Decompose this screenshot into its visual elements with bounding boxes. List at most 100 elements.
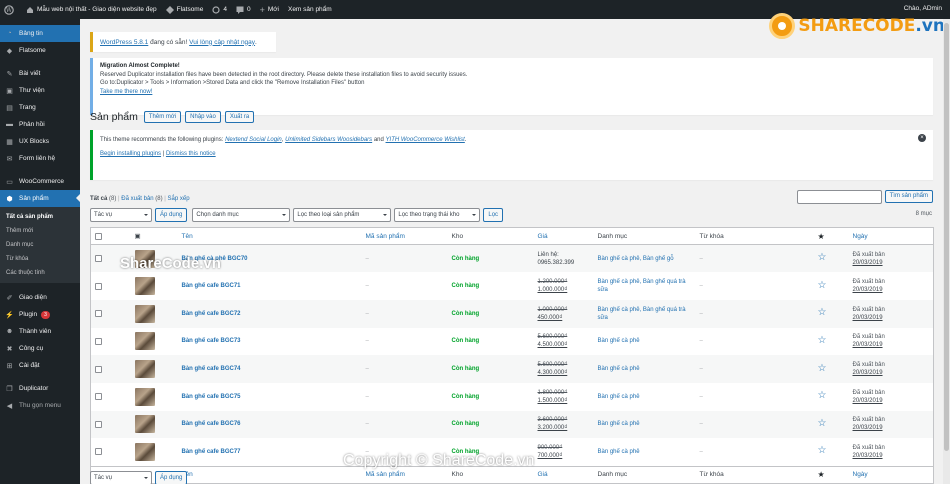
star-outline-icon[interactable]: ☆: [818, 307, 827, 318]
product-name-link[interactable]: Bàn ghế cafe BGC71: [182, 283, 241, 289]
featured-column-header[interactable]: ★: [813, 227, 849, 245]
dismiss-notice-link[interactable]: Dismiss this notice: [166, 151, 216, 157]
menu-products[interactable]: ⬢ Sản phẩm: [0, 190, 80, 207]
migration-link[interactable]: Take me there now!: [100, 88, 926, 97]
row-checkbox[interactable]: [95, 255, 102, 263]
submenu-all-products[interactable]: Tất cả sản phẩm: [0, 210, 80, 224]
menu-flatsome[interactable]: ◆ Flatsome: [0, 42, 80, 59]
category-links[interactable]: Bàn ghế cà phê, Bàn ghế gỗ: [598, 256, 674, 262]
submenu-attributes[interactable]: Các thuộc tính: [0, 266, 80, 280]
scrollbar-thumb[interactable]: [944, 23, 949, 451]
vertical-scrollbar[interactable]: [943, 19, 950, 484]
view-sort-link[interactable]: Sắp xếp: [168, 196, 190, 202]
comments-link[interactable]: 0: [236, 6, 251, 14]
product-type-select[interactable]: Lọc theo loại sản phẩm: [293, 208, 392, 222]
star-outline-icon[interactable]: ☆: [818, 252, 827, 263]
view-all-link[interactable]: Tất cả: [90, 196, 107, 202]
menu-posts[interactable]: ✎ Bài viết: [0, 65, 80, 82]
category-links[interactable]: Bàn ghế cà phê: [598, 394, 640, 400]
menu-ux-blocks[interactable]: ▦ UX Blocks: [0, 133, 80, 150]
menu-comments[interactable]: ▬ Phản hồi: [0, 116, 80, 133]
product-name-link[interactable]: Bàn ghế cafe BGC72: [182, 311, 241, 317]
star-outline-icon[interactable]: ☆: [818, 445, 827, 456]
product-name-link[interactable]: Bàn ghế cafe BGC74: [182, 366, 241, 372]
product-name-link[interactable]: Bàn ghế cafe BGC75: [182, 394, 241, 400]
submenu-categories[interactable]: Danh mục: [0, 238, 80, 252]
product-thumbnail[interactable]: [134, 442, 155, 461]
menu-media[interactable]: ▣ Thư viện: [0, 82, 80, 99]
star-outline-icon[interactable]: ☆: [818, 390, 827, 401]
star-outline-icon[interactable]: ☆: [818, 418, 827, 429]
sku-column-header[interactable]: Mã sản phẩm: [361, 227, 448, 245]
category-links[interactable]: Bàn ghế cà phê: [598, 449, 640, 455]
row-checkbox[interactable]: [95, 420, 102, 428]
menu-settings[interactable]: ⊞ Cài đặt: [0, 357, 80, 374]
search-input[interactable]: [796, 190, 882, 204]
product-thumbnail[interactable]: [134, 304, 155, 323]
star-outline-icon[interactable]: ☆: [818, 363, 827, 374]
name-column-footer[interactable]: Tên: [177, 465, 362, 483]
filter-button[interactable]: Lọc: [483, 208, 504, 222]
close-icon[interactable]: ×: [918, 134, 926, 142]
menu-users[interactable]: ☻ Thành viên: [0, 323, 80, 340]
import-button[interactable]: Nhập vào: [185, 111, 221, 123]
category-links[interactable]: Bàn ghế cà phê: [598, 366, 640, 372]
date-column-footer[interactable]: Ngày: [848, 465, 934, 483]
apply-button[interactable]: Áp dụng: [155, 208, 188, 222]
my-account[interactable]: Chào, ADmin: [904, 5, 942, 12]
search-button[interactable]: Tìm sản phẩm: [884, 190, 933, 203]
menu-dashboard[interactable]: ◔ Bảng tin: [0, 25, 80, 42]
update-now-link[interactable]: Vui lòng cập nhật ngay: [189, 39, 255, 46]
product-name-link[interactable]: Bàn ghế cafe BGC73: [182, 338, 241, 344]
category-links[interactable]: Bàn ghế cà phê, Bàn ghế quá trà sữa: [598, 307, 686, 321]
category-select[interactable]: Chọn danh mục: [192, 208, 291, 222]
date-column-header[interactable]: Ngày: [848, 227, 934, 245]
product-thumbnail[interactable]: [134, 387, 155, 406]
select-all-checkbox[interactable]: [95, 232, 102, 240]
theme-link[interactable]: Flatsome: [165, 5, 203, 14]
category-links[interactable]: Bàn ghế cà phê: [598, 338, 640, 344]
star-outline-icon[interactable]: ☆: [818, 335, 827, 346]
product-thumbnail[interactable]: [134, 360, 155, 379]
view-products-link[interactable]: Xem sản phẩm: [288, 6, 332, 13]
new-content-link[interactable]: + Mới: [260, 5, 279, 15]
begin-installing-link[interactable]: Begin installing plugins: [100, 151, 161, 157]
site-name-link[interactable]: Mẫu web nội thất - Giao diện website đẹp: [26, 6, 157, 14]
star-outline-icon[interactable]: ☆: [818, 280, 827, 291]
category-links[interactable]: Bàn ghế cà phê, Bàn ghế quá trà sữa: [598, 279, 686, 293]
price-column-header[interactable]: Giá: [533, 227, 594, 245]
row-checkbox[interactable]: [95, 337, 102, 345]
menu-duplicator[interactable]: ❐ Duplicator: [0, 380, 80, 397]
category-links[interactable]: Bàn ghế cà phê: [598, 421, 640, 427]
menu-collapse[interactable]: ◀ Thu gọn menu: [0, 397, 80, 414]
wp-version-link[interactable]: WordPress 5.8.1: [100, 39, 148, 46]
bulk-action-select[interactable]: Tác vụ: [90, 208, 152, 222]
wp-logo-menu[interactable]: W: [4, 4, 17, 15]
product-thumbnail[interactable]: [134, 332, 155, 351]
product-name-link[interactable]: Bàn ghế cafe BGC77: [182, 449, 241, 455]
product-thumbnail[interactable]: [134, 277, 155, 296]
updates-link[interactable]: 4: [212, 5, 227, 14]
plugin-link-sidebars[interactable]: Unlimited Sidebars Woosidebars: [285, 137, 372, 143]
product-name-link[interactable]: Bàn ghế cafe BGC76: [182, 421, 241, 427]
menu-contact-form[interactable]: ✉ Form liên hệ: [0, 150, 80, 167]
row-checkbox[interactable]: [95, 393, 102, 401]
plugin-link-nextend[interactable]: Nextend Social Login: [225, 137, 282, 143]
row-checkbox[interactable]: [95, 365, 102, 373]
menu-pages[interactable]: ▤ Trang: [0, 99, 80, 116]
view-published-link[interactable]: Đã xuất bản: [121, 196, 153, 202]
row-checkbox[interactable]: [95, 282, 102, 290]
row-checkbox[interactable]: [95, 310, 102, 318]
price-column-footer[interactable]: Giá: [533, 465, 594, 483]
product-thumbnail[interactable]: [134, 415, 155, 434]
menu-plugins[interactable]: ⚡ Plugin 3: [0, 306, 80, 323]
add-new-button[interactable]: Thêm mới: [143, 111, 182, 123]
menu-appearance[interactable]: ✐ Giao diện: [0, 289, 80, 306]
export-button[interactable]: Xuất ra: [224, 111, 255, 123]
featured-column-footer[interactable]: ★: [813, 465, 849, 483]
submenu-tags[interactable]: Từ khóa: [0, 252, 80, 266]
stock-status-select[interactable]: Lọc theo trạng thái kho: [394, 208, 481, 222]
menu-tools[interactable]: ✖ Công cụ: [0, 340, 80, 357]
apply-button-bottom[interactable]: Áp dụng: [155, 471, 188, 484]
submenu-add-new[interactable]: Thêm mới: [0, 224, 80, 238]
